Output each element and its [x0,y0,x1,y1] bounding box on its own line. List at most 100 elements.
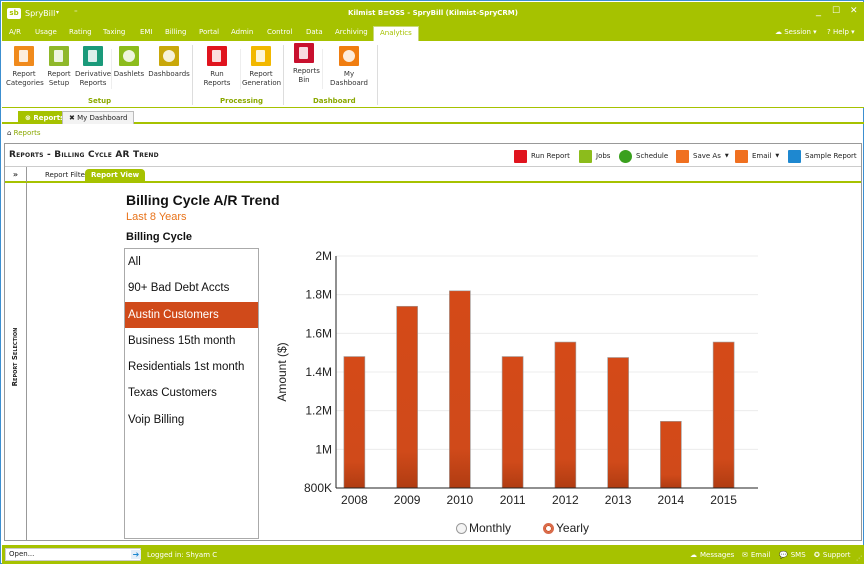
radio-unchecked-icon [456,522,467,534]
run-report-button[interactable]: Run Report [514,149,570,163]
menu-tab-analytics[interactable]: Analytics [373,26,419,41]
breadcrumb-reports-link[interactable]: Reports [14,129,41,137]
menu-tab-usage[interactable]: Usage [35,28,57,36]
list-item[interactable]: Business 15th month [125,328,258,354]
y-tick-label: 1M [315,442,332,456]
go-arrow-icon[interactable]: ➔ [131,550,141,559]
menu-tab-data[interactable]: Data [306,28,323,36]
close-icon[interactable]: ✖ [69,114,77,122]
menu-tab-admin[interactable]: Admin [231,28,253,36]
run-report-icon [514,149,527,163]
save-as-button[interactable]: Save As ▼ [676,149,729,163]
list-item[interactable]: All [125,249,258,275]
support-button[interactable]: ✪ Support [814,551,851,559]
menu-tab-control[interactable]: Control [267,28,292,36]
minimize-button[interactable]: _ [816,6,821,17]
open-input[interactable]: Open... ➔ [5,548,141,561]
list-item[interactable]: 90+ Bad Debt Accts [125,275,258,301]
sample-report-button[interactable]: Sample Report [788,149,857,163]
ribbon-group-dashboard: Dashboard [313,97,356,105]
x-tick-label: 2013 [605,493,632,507]
bar-2011[interactable] [501,356,524,489]
close-button[interactable]: ✕ [850,6,858,16]
bar-2013[interactable] [607,357,629,489]
session-icon: ☁ [775,28,785,36]
ribbon-divider [322,49,323,89]
expand-sidebar-button[interactable]: » [5,167,27,182]
period-radio-group: Monthly Yearly [456,521,589,535]
report-categories-icon [14,46,34,66]
ribbon-divider [192,45,193,105]
report-generation-icon [251,46,271,66]
window-title: Kilmist B≡OSS - SpryBill (Kilmist-SpryCR… [348,9,518,17]
my-dashboard-button[interactable]: My Dashboard [324,46,374,88]
list-item[interactable]: Residentials 1st month [125,354,258,380]
resize-grip-icon[interactable]: ⋰ [856,555,862,562]
run-reports-button[interactable]: Run Reports [196,46,238,88]
menu-tab-taxing[interactable]: Taxing [103,28,125,36]
radio-monthly[interactable]: Monthly [456,521,511,535]
ribbon-divider [377,45,378,105]
menu-tab-portal[interactable]: Portal [199,28,219,36]
y-tick-label: 2M [315,249,332,263]
menu-tab-rating[interactable]: Rating [69,28,92,36]
ar-trend-bar-chart: 800K 1M 1.2M 1.4M 1.6M 1.8M 2M 2008 2009 2010 201… [275,249,758,507]
dashlets-button[interactable]: Dashlets [113,46,145,79]
report-selection-sidebar[interactable]: Report Selection [5,183,27,540]
messages-button[interactable]: ☁ Messages [690,551,734,559]
messages-icon: ☁ [690,551,697,559]
document-tabs: ⊗ Reports ✖ My Dashboard [2,108,864,124]
status-bar: Open... ➔ Logged in: Shyam C ☁ Messages ✉… [2,545,864,564]
bar-2008[interactable] [343,356,366,489]
dashboards-button[interactable]: Dashboards [148,46,190,79]
email-icon: ✉ [742,551,748,559]
report-setup-button[interactable]: Report Setup [46,46,72,88]
menu-bar: A/R Usage Rating Taxing EMI Billing Port… [2,25,864,41]
logged-in-status: Logged in: Shyam C [147,551,218,559]
sms-button[interactable]: 💬 SMS [779,551,806,559]
ribbon: Report Categories Report Setup Derivativ… [2,41,864,108]
maximize-button[interactable]: ☐ [832,6,840,16]
billing-cycle-list[interactable]: All 90+ Bad Debt Accts Austin Customers … [124,248,259,539]
y-tick-label: 1.4M [305,365,332,379]
home-icon[interactable]: ⌂ [7,129,14,137]
list-item[interactable]: Voip Billing [125,407,258,433]
bar-2015[interactable] [712,341,735,489]
email-button[interactable]: Email ▼ [735,149,779,163]
menu-tab-archiving[interactable]: Archiving [335,28,368,36]
radio-yearly[interactable]: Yearly [543,521,589,535]
menu-tab-billing[interactable]: Billing [165,28,186,36]
report-view: Billing Cycle A/R Trend Last 8 Years Bil… [28,183,861,540]
bar-2010[interactable] [449,290,471,489]
save-as-icon [676,149,689,163]
bar-2014[interactable] [660,421,682,489]
x-tick-label: 2009 [394,493,421,507]
help-menu[interactable]: ? Help ▾ [827,28,855,36]
email-status-button[interactable]: ✉ Email [742,551,770,559]
bar-2009[interactable] [396,305,418,489]
x-tick-label: 2014 [658,493,685,507]
list-item[interactable]: Texas Customers [125,380,258,406]
schedule-button[interactable]: Schedule [619,149,668,163]
report-generation-button[interactable]: Report Generation [242,46,281,88]
my-dashboard-icon [339,46,359,66]
report-title: Billing Cycle A/R Trend [126,192,280,208]
ribbon-divider [283,45,284,105]
menu-tab-ar[interactable]: A/R [9,28,21,36]
derivative-reports-button[interactable]: Derivative Reports [75,46,111,88]
x-tick-label: 2008 [341,493,368,507]
chevron-down-icon: ▼ [775,153,780,159]
reports-bin-button[interactable]: Reports Bin [287,43,321,85]
ribbon-group-setup: Setup [88,97,112,105]
jobs-button[interactable]: Jobs [579,149,610,163]
x-tick-label: 2011 [500,493,526,507]
list-item-selected[interactable]: Austin Customers [125,301,258,328]
tab-report-view[interactable]: Report View [85,169,146,182]
x-tick-label: 2015 [710,493,737,507]
bar-2012[interactable] [554,341,577,489]
support-icon: ✪ [814,551,820,559]
report-categories-button[interactable]: Report Categories [6,46,44,88]
session-menu[interactable]: ☁ Session ▾ [775,28,817,36]
doc-tab-my-dashboard[interactable]: ✖ My Dashboard [62,111,135,124]
menu-tab-emi[interactable]: EMI [140,28,153,36]
